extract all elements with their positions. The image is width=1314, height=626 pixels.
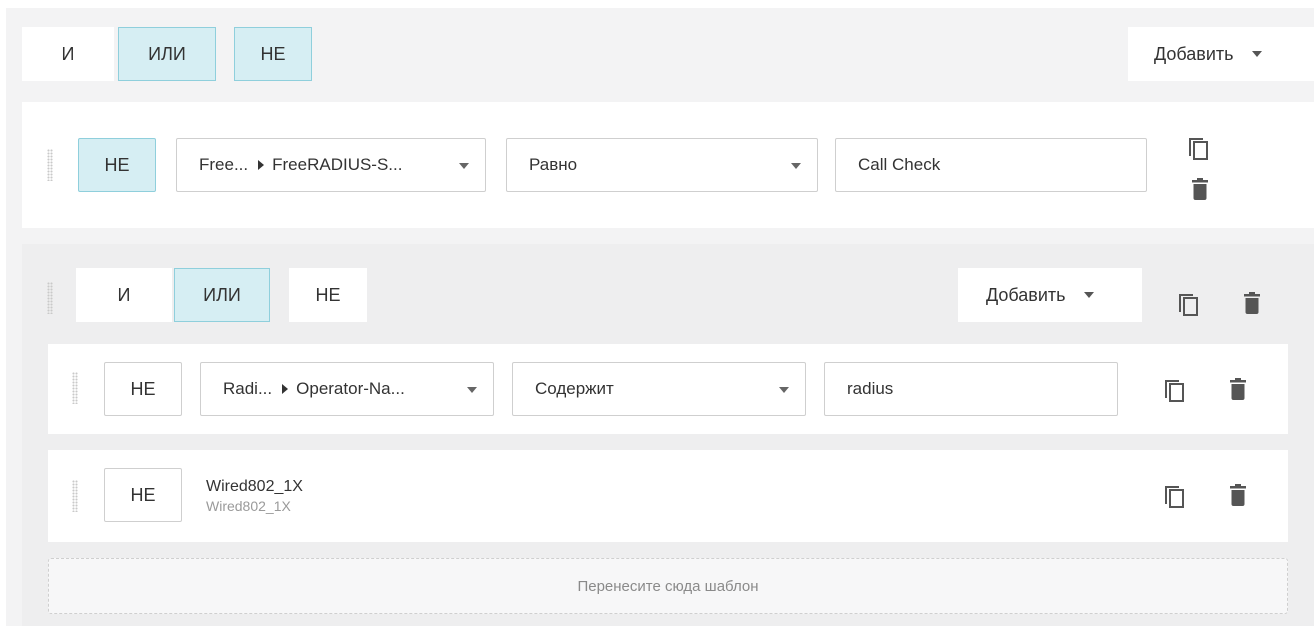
group-add-label: Добавить [986,284,1066,305]
value-text: Call Check [858,155,941,174]
copy-icon[interactable] [1162,482,1186,508]
query-builder: И ИЛИ НЕ Добавить НЕ Free... FreeRADIUS-… [6,8,1314,626]
attribute-name: Operator-Na... [296,379,405,398]
template-title: Wired802_1X [206,478,303,495]
logic-or-button[interactable]: ИЛИ [118,27,216,81]
group-copy-icon[interactable] [1176,290,1200,316]
value-input[interactable]: Call Check [835,138,1147,192]
nested-value-input[interactable]: radius [824,362,1118,416]
trash-icon[interactable] [1230,484,1246,506]
drag-handle-icon[interactable] [47,282,53,314]
template-subtitle: Wired802_1X [206,498,291,514]
drag-handle-icon[interactable] [72,480,78,512]
attribute-select[interactable]: Free... FreeRADIUS-S... [176,138,486,192]
chevron-down-icon [1083,292,1094,298]
group-logic-not-button[interactable]: НЕ [289,268,367,322]
chevron-down-icon [467,387,477,393]
operator-select[interactable]: Равно [506,138,818,192]
add-label: Добавить [1154,43,1234,64]
template-card: НЕ Wired802_1X Wired802_1X [48,450,1288,542]
group-add-dropdown-button[interactable]: Добавить [958,268,1142,322]
chevron-down-icon [459,163,469,169]
caret-right-icon [258,160,265,170]
logic-not-button[interactable]: НЕ [234,27,312,81]
add-dropdown-button[interactable]: Добавить [1128,27,1314,81]
attribute-vendor: Radi... [223,379,273,398]
drag-handle-icon[interactable] [47,149,53,181]
caret-right-icon [282,384,289,394]
group-logic-and-button[interactable]: И [76,268,172,322]
logic-and-button[interactable]: И [22,27,114,81]
rule-card: НЕ Free... FreeRADIUS-S... Равно Call Ch… [22,102,1314,228]
rule-not-toggle[interactable]: НЕ [78,138,156,192]
chevron-down-icon [1251,51,1262,57]
attribute-vendor: Free... [199,155,249,174]
trash-icon[interactable] [1192,178,1208,200]
nested-operator-select[interactable]: Содержит [512,362,806,416]
operator-value: Равно [529,155,578,174]
operator-value: Содержит [535,379,614,398]
template-not-toggle[interactable]: НЕ [104,468,182,522]
nested-attribute-select[interactable]: Radi... Operator-Na... [200,362,494,416]
template-drop-zone[interactable]: Перенесите сюда шаблон [48,558,1288,614]
group-trash-icon[interactable] [1244,292,1260,314]
attribute-name: FreeRADIUS-S... [272,155,403,174]
chevron-down-icon [779,387,789,393]
drop-zone-text: Перенесите сюда шаблон [577,577,759,595]
trash-icon[interactable] [1230,378,1246,400]
chevron-down-icon [791,163,801,169]
group-logic-or-button[interactable]: ИЛИ [174,268,270,322]
copy-icon[interactable] [1186,134,1210,160]
copy-icon[interactable] [1162,376,1186,402]
value-text: radius [847,379,894,398]
drag-handle-icon[interactable] [72,372,78,404]
rule-group: И ИЛИ НЕ Добавить НЕ Radi... Operator-Na… [22,244,1314,626]
nested-rule-not-toggle[interactable]: НЕ [104,362,182,416]
nested-rule-card: НЕ Radi... Operator-Na... Содержит radiu… [48,344,1288,434]
